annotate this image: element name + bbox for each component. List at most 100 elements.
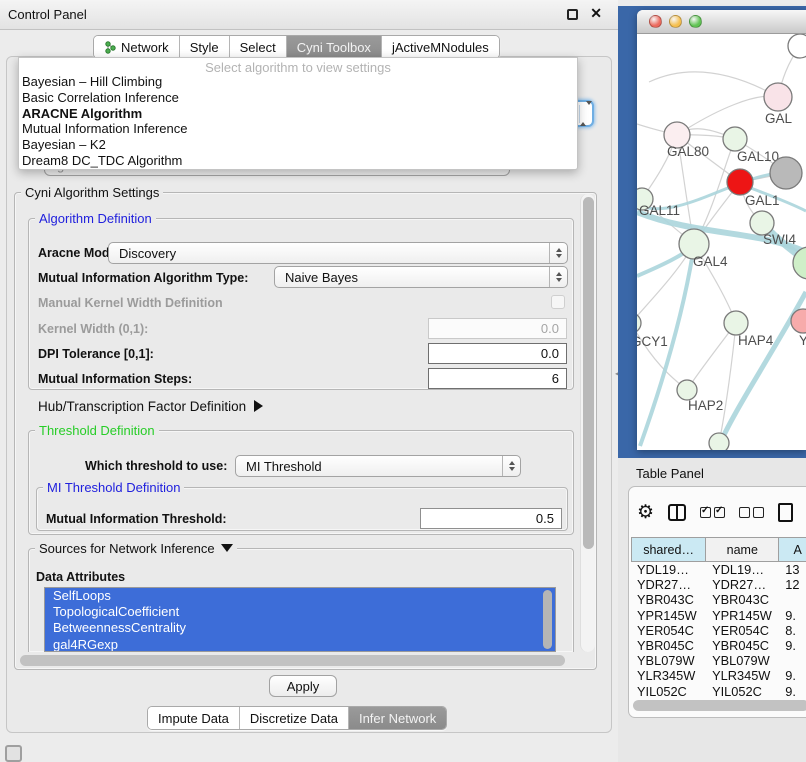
network-node-hap4[interactable] [724,311,748,335]
dpi-tolerance-field[interactable]: 0.0 [428,343,567,364]
algorithm-option[interactable]: Dream8 DC_TDC Algorithm [19,153,577,169]
network-node-label: GAL10 [737,149,779,164]
mi-threshold-field[interactable]: 0.5 [420,508,562,529]
network-node[interactable] [709,433,729,450]
aracne-mode-combo[interactable]: Discovery [108,242,568,264]
tab-impute-data[interactable]: Impute Data [148,707,240,729]
close-traffic-light-icon[interactable] [649,15,662,28]
unchecked-boxes-icon[interactable] [739,507,764,518]
network-node-gal1[interactable] [727,169,753,195]
data-attribute-item[interactable]: gal4RGexp [45,637,555,652]
cyni-settings-title: Cyni Algorithm Settings [21,185,163,200]
data-attribute-item[interactable]: TopologicalCoefficient [45,604,555,620]
bottom-tabbar: Impute Data Discretize Data Infer Network [147,706,447,730]
combo-stepper-icon [502,456,520,476]
mi-type-value: Naive Bayes [275,270,549,285]
algorithm-option[interactable]: Basic Correlation Inference [19,90,577,106]
table-cell: YER054C [631,623,706,638]
page-icon[interactable] [778,503,793,522]
tab-label: Discretize Data [250,711,338,726]
table-row[interactable]: YDR27…YDR27…12 [631,577,806,592]
network-node-hap2[interactable] [677,380,697,400]
kernel-width-label: Kernel Width (0,1): [38,322,148,336]
mi-steps-field[interactable]: 6 [428,368,567,389]
table-row[interactable]: YPR145WYPR145W9. [631,608,806,623]
table-cell: 13 [779,562,806,577]
checked-boxes-icon[interactable] [700,507,725,518]
algorithm-option[interactable]: ARACNE Algorithm [19,106,577,122]
aracne-mode-value: Discovery [109,246,549,261]
kernel-width-field[interactable]: 0.0 [428,318,567,339]
apply-button[interactable]: Apply [269,675,337,697]
tab-label: Network [121,40,169,55]
table-column-header[interactable]: name [706,537,779,562]
split-columns-icon[interactable] [668,504,686,521]
network-canvas[interactable]: GALGAL80GAL10GAL1GAL11SWI4GAL4GCY1HAP4YH… [637,34,806,450]
hub-definition-toggle[interactable]: Hub/Transcription Factor Definition [38,399,263,414]
triangle-down-icon [221,544,233,552]
tab-discretize-data[interactable]: Discretize Data [240,707,349,729]
network-node-gcy1[interactable] [637,313,641,333]
network-node-gal[interactable] [764,83,792,111]
table-row[interactable]: YDL19…YDL19…13 [631,562,806,577]
table-horizontal-scrollbar-thumb[interactable] [633,700,806,711]
data-attributes-list[interactable]: SelfLoopsTopologicalCoefficientBetweenne… [44,587,556,652]
table-cell: YLR345W [631,668,706,683]
network-node-gal10[interactable] [723,127,747,151]
table-row[interactable]: YIL052CYIL052C9. [631,684,806,699]
network-edge[interactable] [649,72,778,97]
table-cell: YPR145W [631,608,706,623]
table-row[interactable]: YER054CYER054C8. [631,623,806,638]
algorithm-option[interactable]: Bayesian – K2 [19,137,577,153]
table-panel-title: Table Panel [636,466,704,481]
dpi-tolerance-label: DPI Tolerance [0,1]: [38,347,154,361]
minimize-traffic-light-icon[interactable] [669,15,682,28]
tab-jactivemnodules[interactable]: jActiveMNodules [382,36,499,58]
minimized-panel-icon[interactable] [5,745,22,762]
data-attribute-item[interactable]: BetweennessCentrality [45,620,555,636]
combo-stepper-icon [549,267,567,287]
tab-infer-network[interactable]: Infer Network [349,707,446,729]
settings-horizontal-scrollbar-thumb[interactable] [20,655,565,666]
settings-vertical-scrollbar-thumb[interactable] [583,197,594,549]
tab-cyni-toolbox[interactable]: Cyni Toolbox [287,36,382,58]
manual-kernel-label: Manual Kernel Width Definition [38,296,223,310]
tab-style[interactable]: Style [180,36,230,58]
table-cell: 12 [779,577,806,592]
table-cell: YBL079W [706,653,779,668]
which-threshold-combo[interactable]: MI Threshold [235,455,521,477]
table-row[interactable]: YLR345WYLR345W9. [631,668,806,683]
close-icon[interactable]: ✕ [590,5,602,22]
mi-type-combo[interactable]: Naive Bayes [274,266,568,288]
mi-type-label: Mutual Information Algorithm Type: [38,271,248,285]
table-header-row: shared…nameA [631,537,806,562]
table-cell: YPR145W [706,608,779,623]
table-row[interactable]: YBR045CYBR045C9. [631,638,806,653]
table-row[interactable]: YBL079WYBL079W [631,653,806,668]
settings-vertical-scrollbar[interactable] [580,194,595,652]
network-window-titlebar[interactable] [637,10,806,34]
algorithm-dropdown-list: Select algorithm to view settings Bayesi… [18,57,578,170]
algorithm-option[interactable]: Mutual Information Inference [19,121,577,137]
tab-select[interactable]: Select [230,36,287,58]
table-cell [779,592,806,607]
manual-kernel-checkbox[interactable] [551,295,565,309]
network-node-label: GCY1 [637,334,668,349]
table-cell: YDR27… [706,577,779,592]
combo-stepper-icon [579,105,592,123]
network-view-window[interactable]: GALGAL80GAL10GAL1GAL11SWI4GAL4GCY1HAP4YH… [637,10,806,450]
tab-network[interactable]: Network [94,36,180,58]
zoom-traffic-light-icon[interactable] [689,15,702,28]
algorithm-option[interactable]: Bayesian – Hill Climbing [19,74,577,90]
attributes-list-scrollbar-thumb[interactable] [543,590,552,649]
cytoscape-desktop: GALGAL80GAL10GAL1GAL11SWI4GAL4GCY1HAP4YH… [618,6,806,458]
table-row[interactable]: YBR043CYBR043C [631,592,806,607]
table-column-header[interactable]: A [779,537,806,562]
network-node-label: GAL1 [745,193,780,208]
data-attribute-item[interactable]: SelfLoops [45,588,555,604]
table-column-header[interactable]: shared… [631,537,706,562]
network-node[interactable] [788,34,806,58]
gear-icon[interactable]: ⚙ [637,503,654,522]
float-window-icon[interactable] [567,9,578,20]
network-node[interactable] [770,157,802,189]
